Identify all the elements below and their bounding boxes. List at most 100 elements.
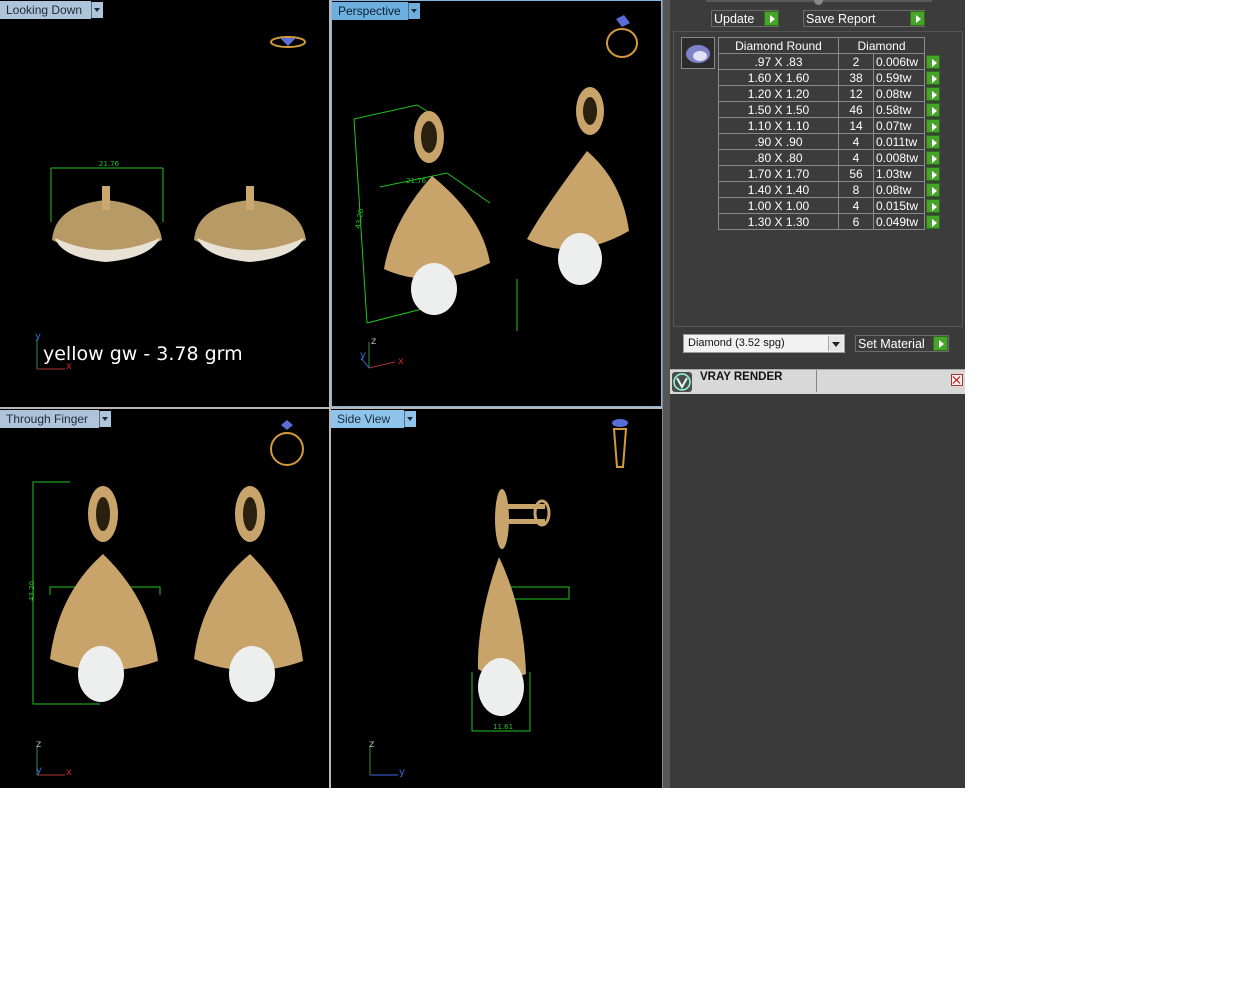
- row-play-icon[interactable]: [926, 166, 940, 181]
- row-action-cell: [925, 118, 942, 134]
- gem-icon: [686, 45, 710, 63]
- vray-render-body: [670, 394, 965, 788]
- axis-gizmo: y x: [35, 331, 72, 372]
- row-play-icon[interactable]: [926, 182, 940, 197]
- table-row: .80 X .80 4 0.008tw: [718, 149, 942, 166]
- row-action-cell: [925, 150, 942, 166]
- diamond-size-cell: 1.60 X 1.60: [718, 69, 839, 86]
- table-row: 1.00 X 1.00 4 0.015tw: [718, 197, 942, 214]
- table-row: 1.10 X 1.10 14 0.07tw: [718, 117, 942, 134]
- diamond-weight-cell: 0.008tw: [873, 149, 925, 166]
- row-play-icon[interactable]: [926, 150, 940, 165]
- slider-handle[interactable]: [814, 0, 823, 5]
- row-play-icon[interactable]: [926, 102, 940, 117]
- table-row: 1.50 X 1.50 46 0.58tw: [718, 101, 942, 118]
- viewport-grid: Looking Down 21.76 yellow gw - 3.78 grm …: [0, 0, 662, 788]
- vray-render-header[interactable]: VRAY RENDER: [670, 369, 965, 395]
- diamond-size-cell: 1.20 X 1.20: [718, 85, 839, 102]
- row-play-icon[interactable]: [926, 118, 940, 133]
- save-report-play-icon[interactable]: [910, 11, 925, 26]
- column-header-diamond-round: Diamond Round: [718, 37, 839, 54]
- diamond-weight-cell: 0.59tw: [873, 69, 925, 86]
- svg-text:21.76: 21.76: [406, 177, 427, 185]
- diamond-size-cell: 1.40 X 1.40: [718, 181, 839, 198]
- axis-gizmo: z y x: [360, 336, 404, 369]
- diamond-count-cell: 4: [838, 133, 874, 150]
- diamond-weight-cell: 0.049tw: [873, 213, 925, 230]
- diamond-weight-cell: 1.03tw: [873, 165, 925, 182]
- ring-orientation-icon: [270, 36, 306, 48]
- diamond-weight-cell: 0.08tw: [873, 85, 925, 102]
- row-action-cell: [925, 70, 942, 86]
- diamond-size-cell: .80 X .80: [718, 149, 839, 166]
- diamond-size-cell: 1.10 X 1.10: [718, 117, 839, 134]
- diamond-count-cell: 14: [838, 117, 874, 134]
- table-row: 1.20 X 1.20 12 0.08tw: [718, 85, 942, 102]
- diamond-size-cell: .97 X .83: [718, 53, 839, 70]
- update-play-icon[interactable]: [764, 11, 779, 26]
- diamond-report: Diamond Round Diamond .97 X .83 2 0.006tw 1…: [673, 31, 963, 327]
- row-play-icon[interactable]: [926, 70, 940, 85]
- row-action-cell: [925, 134, 942, 150]
- table-row: 1.60 X 1.60 38 0.59tw: [718, 69, 942, 86]
- diamond-count-cell: 38: [838, 69, 874, 86]
- row-action-cell: [925, 54, 942, 70]
- close-icon[interactable]: [951, 374, 963, 386]
- diamond-size-cell: 1.50 X 1.50: [718, 101, 839, 118]
- diamond-count-cell: 2: [838, 53, 874, 70]
- axis-gizmo: z y: [369, 739, 405, 778]
- row-play-icon[interactable]: [926, 54, 940, 69]
- diamond-weight-cell: 0.58tw: [873, 101, 925, 118]
- chevron-down-icon[interactable]: [828, 336, 843, 351]
- svg-text:21.76: 21.76: [99, 160, 120, 168]
- column-header-diamond: Diamond: [838, 37, 925, 54]
- ring-orientation-icon: [606, 15, 638, 58]
- report-toolbar: Update Save Report: [670, 0, 965, 30]
- axis-gizmo: z y x: [36, 739, 72, 778]
- diamond-weight-cell: 0.015tw: [873, 197, 925, 214]
- diamond-size-cell: .90 X .90: [718, 133, 839, 150]
- table-row: .90 X .90 4 0.011tw: [718, 133, 942, 150]
- row-action-cell: [925, 198, 942, 214]
- set-material-play-icon[interactable]: [933, 336, 948, 351]
- row-play-icon[interactable]: [926, 198, 940, 213]
- earring-front-view-render: 43.20: [28, 420, 304, 705]
- diamond-count-cell: 4: [838, 149, 874, 166]
- diamond-count-cell: 56: [838, 165, 874, 182]
- viewport-perspective[interactable]: Perspective 21.76 43.20 z y x: [331, 0, 662, 407]
- save-report-button[interactable]: Save Report: [803, 10, 925, 27]
- vray-render-title: VRAY RENDER: [700, 370, 817, 392]
- material-select-value: Diamond (3.52 spg): [688, 337, 785, 349]
- row-action-cell: [925, 214, 942, 230]
- table-row: 1.70 X 1.70 56 1.03tw: [718, 165, 942, 182]
- row-action-cell: [925, 102, 942, 118]
- diamond-weight-cell: 0.011tw: [873, 133, 925, 150]
- diamond-count-cell: 8: [838, 181, 874, 198]
- vray-logo-icon: [672, 372, 692, 392]
- material-select[interactable]: Diamond (3.52 spg): [683, 334, 845, 353]
- diamond-table: Diamond Round Diamond .97 X .83 2 0.006tw 1…: [718, 37, 942, 230]
- diamond-thumbnail[interactable]: [681, 37, 715, 69]
- diamond-weight-cell: 0.07tw: [873, 117, 925, 134]
- table-row: .97 X .83 2 0.006tw: [718, 53, 942, 70]
- diamond-size-cell: 1.70 X 1.70: [718, 165, 839, 182]
- row-play-icon[interactable]: [926, 86, 940, 101]
- svg-text:43.20: 43.20: [28, 581, 36, 601]
- row-play-icon[interactable]: [926, 134, 940, 149]
- viewport-through-finger[interactable]: Through Finger 43.20 z y x: [0, 409, 329, 788]
- viewport-looking-down[interactable]: Looking Down 21.76 yellow gw - 3.78 grm …: [0, 0, 329, 407]
- diamond-count-cell: 4: [838, 197, 874, 214]
- row-action-cell: [925, 166, 942, 182]
- viewport-side-view[interactable]: Side View 11.61 z y: [331, 409, 662, 788]
- table-row: 1.30 X 1.30 6 0.049tw: [718, 213, 942, 230]
- diamond-count-cell: 6: [838, 213, 874, 230]
- svg-text:11.61: 11.61: [493, 723, 513, 731]
- diamond-count-cell: 12: [838, 85, 874, 102]
- diamond-count-cell: 46: [838, 101, 874, 118]
- row-play-icon[interactable]: [926, 214, 940, 229]
- diamond-size-cell: 1.30 X 1.30: [718, 213, 839, 230]
- earring-side-view-render: 11.61: [471, 419, 628, 732]
- diamond-size-cell: 1.00 X 1.00: [718, 197, 839, 214]
- report-panel: Update Save Report Diamond Round Diamond…: [670, 0, 965, 788]
- diamond-weight-cell: 0.08tw: [873, 181, 925, 198]
